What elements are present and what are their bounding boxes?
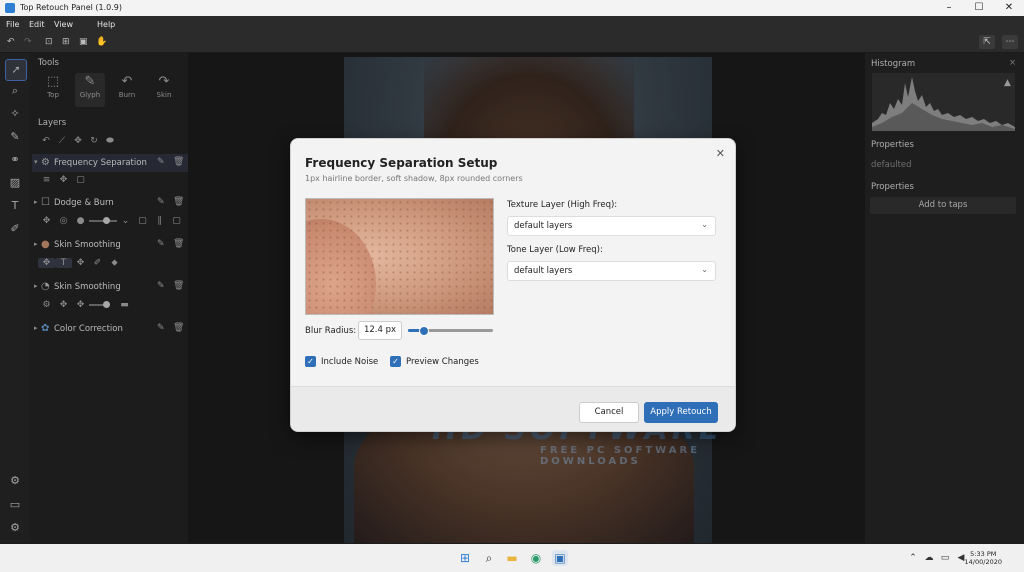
chevron-down-icon: ⌄ — [701, 220, 708, 229]
tone-layer-label: Tone Layer (Low Freq): — [507, 245, 603, 255]
menu-edit[interactable]: Edit — [29, 20, 45, 29]
blur-radius-slider[interactable] — [408, 326, 493, 336]
save-icon[interactable]: ▣ — [79, 37, 88, 47]
monitor-icon[interactable]: ▭ — [937, 550, 953, 566]
windows-start-icon[interactable]: ⊞ — [457, 550, 473, 566]
menu-view[interactable]: View — [54, 20, 73, 29]
texture-layer-label: Texture Layer (High Freq): — [507, 200, 618, 210]
apply-retouch-button[interactable]: Apply Retouch — [644, 402, 718, 423]
window-title: Top Retouch Panel (1.0.9) — [20, 3, 122, 12]
system-clock[interactable]: 5:33 PM 14/00/2020 — [965, 550, 1002, 566]
tone-layer-value: default layers — [514, 266, 573, 276]
texture-layer-value: default layers — [514, 221, 573, 231]
transform-icon[interactable]: ⊡ — [45, 37, 53, 47]
folder-icon[interactable]: ▬ — [504, 550, 520, 566]
include-noise-checkbox[interactable]: ✓ — [305, 356, 316, 367]
blur-radius-input[interactable]: 12.4 px — [358, 321, 402, 340]
menu-bar: File Edit View Help — [0, 16, 1024, 33]
dialog-footer: Cancel Apply Retouch — [291, 386, 735, 431]
chevron-down-icon: ⌄ — [701, 265, 708, 274]
clock-date: 14/00/2020 — [964, 558, 1002, 566]
minimize-button[interactable]: – — [935, 1, 963, 15]
preview-texture — [306, 199, 493, 314]
export-icon[interactable]: ⇱ — [979, 35, 995, 49]
retouch-app-icon[interactable]: ▣ — [552, 550, 568, 566]
close-window-button[interactable]: ✕ — [995, 1, 1023, 15]
cancel-button[interactable]: Cancel — [579, 402, 639, 423]
menu-file[interactable]: File — [6, 20, 19, 29]
more-options-icon[interactable]: ⋯ — [1002, 35, 1018, 49]
frequency-separation-dialog: ✕ Frequency Separation Setup 1px hairlin… — [290, 138, 736, 432]
texture-layer-select[interactable]: default layers ⌄ — [507, 216, 716, 236]
cloud-icon[interactable]: ☁ — [921, 550, 937, 566]
top-toolbar: ↶ ↷ ⊡ ⊞ ▣ ✋ ⇱ ⋯ — [0, 33, 1024, 53]
chevron-up-icon[interactable]: ⌃ — [905, 550, 921, 566]
menu-help[interactable]: Help — [97, 20, 115, 29]
skin-preview-image — [305, 198, 494, 315]
taskbar: ⊞ ⌕ ▬ ◉ ▣ ⌃ ☁ ▭ ◀ 5:33 PM 14/00/2020 — [0, 544, 1024, 572]
dialog-subtitle: 1px hairline border, soft shadow, 8px ro… — [305, 174, 523, 183]
browser-icon[interactable]: ◉ — [528, 550, 544, 566]
app-icon — [5, 3, 15, 13]
blur-slider-thumb[interactable] — [419, 326, 430, 336]
maximize-button[interactable]: ☐ — [965, 1, 993, 15]
redo-icon[interactable]: ↷ — [24, 37, 32, 47]
close-icon[interactable]: ✕ — [716, 147, 725, 160]
tone-layer-select[interactable]: default layers ⌄ — [507, 261, 716, 281]
preview-changes-label: Preview Changes — [406, 357, 479, 367]
include-noise-label: Include Noise — [321, 357, 379, 367]
dialog-title: Frequency Separation Setup — [305, 156, 498, 170]
undo-icon[interactable]: ↶ — [7, 37, 15, 47]
clock-time: 5:33 PM — [970, 550, 997, 558]
search-icon[interactable]: ⌕ — [481, 550, 497, 566]
preview-changes-checkbox[interactable]: ✓ — [390, 356, 401, 367]
title-bar: Top Retouch Panel (1.0.9) – ☐ ✕ — [0, 0, 1024, 16]
hand-icon[interactable]: ✋ — [96, 37, 107, 47]
grid-icon[interactable]: ⊞ — [62, 37, 70, 47]
blur-radius-label: Blur Radius: — [305, 326, 357, 336]
